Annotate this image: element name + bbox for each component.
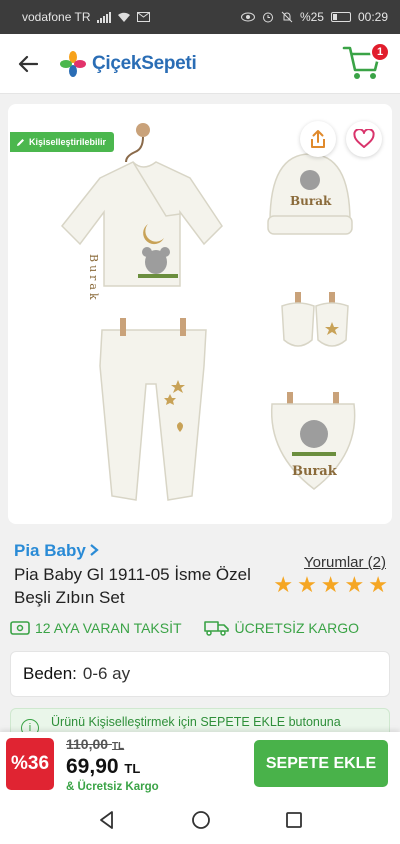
name-on-shirt: Burak: [87, 254, 100, 303]
chevron-right-icon: [90, 544, 99, 556]
product-title: Pia Baby Gl 1911-05 İsme Özel Beşli Zıbı…: [14, 565, 251, 607]
eye-icon: [240, 12, 255, 22]
installment-feature: 12 AYA VARAN TAKSİT: [10, 620, 182, 636]
star-icon: ★: [297, 572, 317, 597]
app-header: ÇiçekSepeti 1: [0, 34, 400, 94]
battery-percent: %25: [299, 10, 324, 24]
wifi-icon: [117, 12, 130, 22]
cart-badge: 1: [370, 42, 390, 62]
system-nav-bar: [0, 796, 400, 844]
feature-list: 12 AYA VARAN TAKSİT ÜCRETSİZ KARGO: [10, 620, 390, 636]
cart-button[interactable]: 1: [342, 42, 390, 84]
nav-home-icon[interactable]: [191, 810, 211, 830]
brand-name: Pia Baby: [14, 541, 86, 560]
nav-back-icon[interactable]: [97, 810, 117, 830]
star-icon: ★: [320, 572, 341, 597]
signal-icon: [96, 11, 111, 23]
clock: 00:29: [357, 10, 388, 24]
carrier-area: vodafone TR: [22, 10, 150, 24]
star-icon: ★: [344, 572, 365, 597]
truck-icon: [203, 621, 229, 636]
nav-recents-icon[interactable]: [285, 811, 303, 829]
size-selector[interactable]: Beden: 0-6 ay: [10, 651, 390, 697]
free-shipping-note: & Ücretsiz Kargo: [66, 781, 159, 793]
battery-icon: [330, 12, 351, 22]
old-price-currency: TL: [111, 741, 125, 752]
mute-icon: [281, 11, 293, 23]
share-button[interactable]: [300, 121, 336, 157]
name-on-bib: Burak: [292, 464, 337, 479]
current-price-value: 69,90: [66, 755, 119, 778]
discount-badge: %36: [6, 738, 54, 790]
notice-text: Ürünü Kişiselleştirmek için SEPETE EKLE …: [51, 715, 341, 729]
brand-link[interactable]: Pia Baby: [14, 541, 99, 561]
shipping-text: ÜCRETSİZ KARGO: [234, 620, 360, 636]
heart-icon: [353, 129, 375, 148]
current-price: 69,90 TL: [66, 755, 140, 779]
rating-stars: ★ ★ ★ ★ ★: [273, 574, 388, 596]
name-on-hat: Burak: [290, 194, 332, 208]
star-icon: ★: [368, 572, 388, 597]
old-price-value: 110,00: [66, 736, 109, 752]
old-price: 110,00 TL: [66, 736, 124, 752]
reviews-link[interactable]: Yorumlar (2): [304, 554, 386, 571]
product-image: [60, 123, 356, 501]
back-button[interactable]: [0, 34, 56, 94]
alarm-icon: [262, 12, 273, 23]
money-icon: [10, 621, 30, 635]
status-right: %25 00:29: [240, 10, 388, 24]
share-icon: [311, 130, 325, 148]
buy-bar: %36 110,00 TL 69,90 TL & Ücretsiz Kargo …: [0, 732, 400, 796]
flower-logo-icon: [60, 50, 86, 77]
size-value: 0-6 ay: [82, 664, 131, 683]
current-price-currency: TL: [124, 761, 141, 776]
mail-icon: [136, 12, 150, 22]
installment-text: 12 AYA VARAN TAKSİT: [35, 620, 182, 636]
carrier-name: vodafone TR: [22, 10, 91, 24]
ribbon-label: Kişiselleştirilebilir: [29, 137, 107, 147]
arrow-left-icon: [18, 55, 38, 72]
pencil-icon: [17, 138, 24, 146]
size-label: Beden:: [23, 664, 77, 683]
personalizable-ribbon: Kişiselleştirilebilir: [10, 132, 115, 152]
site-logo[interactable]: ÇiçekSepeti: [60, 50, 197, 77]
logo-text: ÇiçekSepeti: [92, 52, 197, 74]
favorite-button[interactable]: [346, 121, 382, 157]
star-icon: ★: [273, 572, 294, 597]
add-to-cart-button[interactable]: SEPETE EKLE: [254, 740, 388, 787]
free-shipping-feature: ÜCRETSİZ KARGO: [202, 620, 359, 636]
product-image-gallery[interactable]: Burak Burak Burak Kişiselleştirilebilir: [8, 104, 392, 524]
status-bar: vodafone TR %25 00:29: [0, 0, 400, 34]
